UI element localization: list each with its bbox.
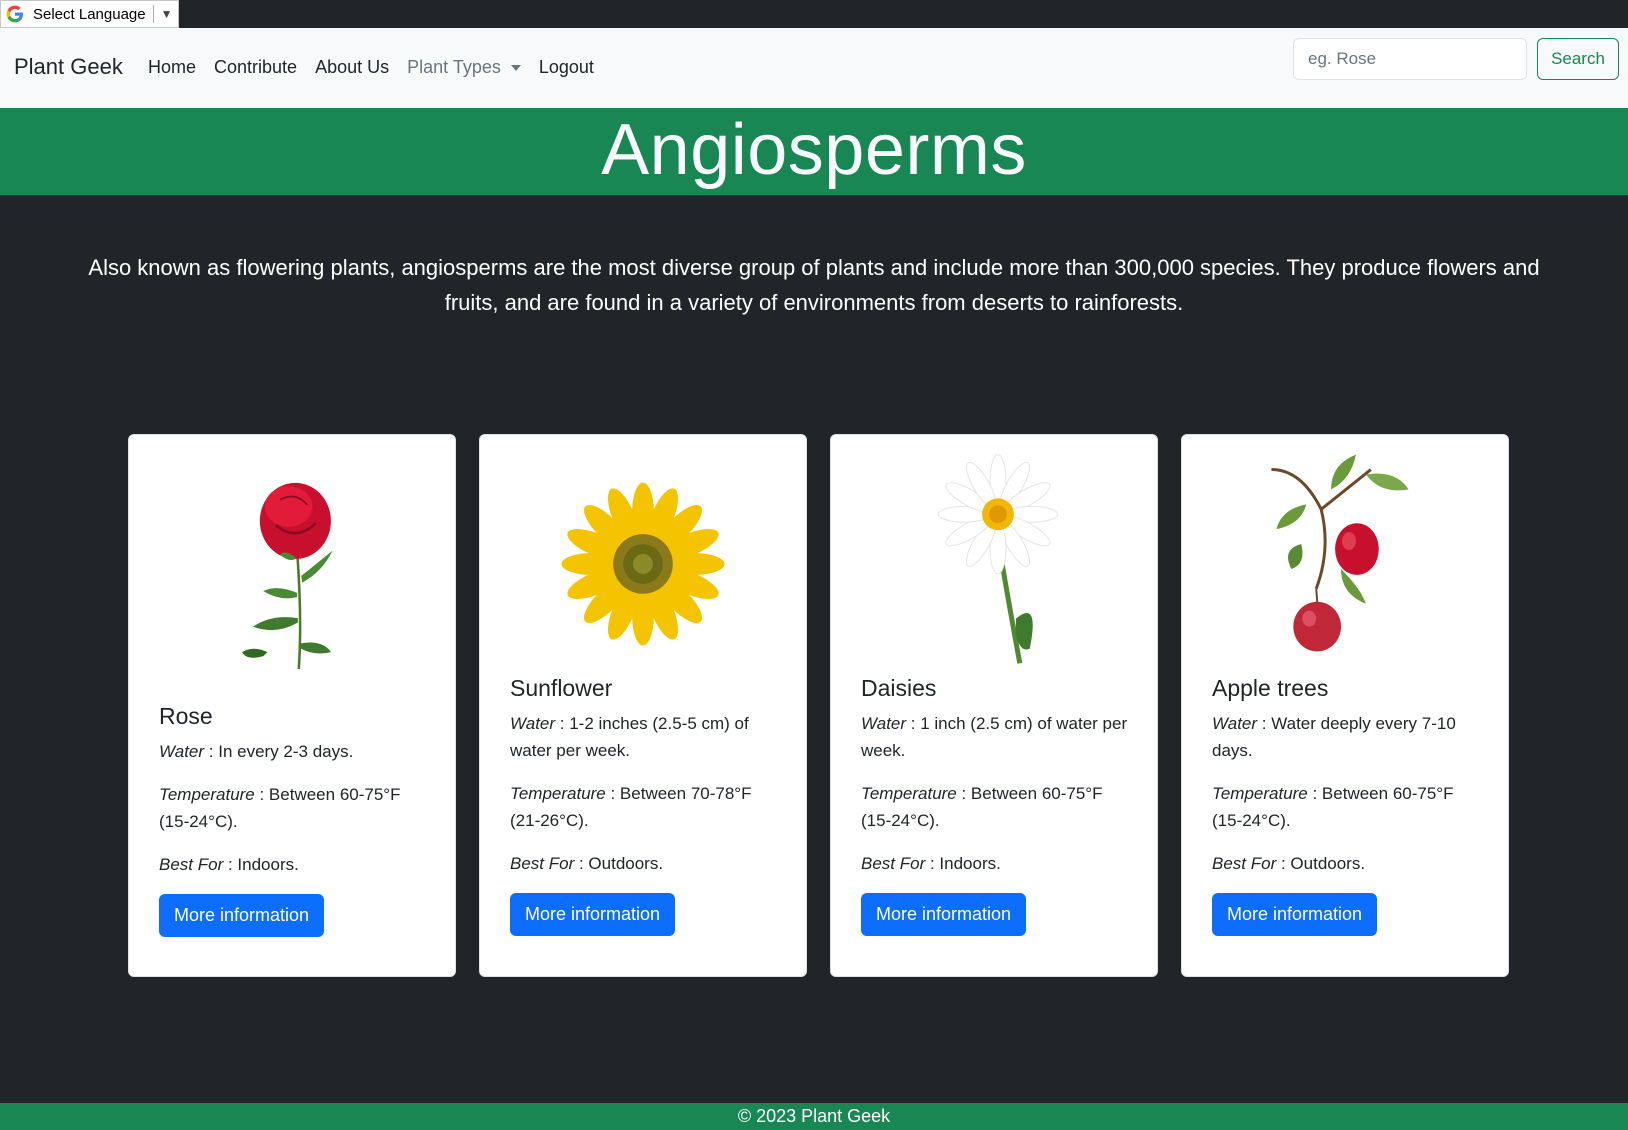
best-for-info: Best For : Outdoors. xyxy=(1212,850,1488,877)
water-info: Water : 1-2 inches (2.5-5 cm) of water p… xyxy=(510,710,786,764)
nav-plant-types-label: Plant Types xyxy=(407,57,501,77)
language-select[interactable]: Select Language ▼ xyxy=(0,0,179,28)
temperature-label: Temperature xyxy=(861,784,957,803)
best-for-info: Best For : Outdoors. xyxy=(510,850,786,877)
best-for-info: Best For : Indoors. xyxy=(861,850,1137,877)
card-body: Sunflower Water : 1-2 inches (2.5-5 cm) … xyxy=(510,675,786,936)
water-label: Water xyxy=(1212,714,1258,733)
plant-card-daisies: Daisies Water : 1 inch (2.5 cm) of water… xyxy=(830,434,1158,977)
plant-card-sunflower: Sunflower Water : 1-2 inches (2.5-5 cm) … xyxy=(479,434,807,977)
water-info: Water : In every 2-3 days. xyxy=(159,738,435,765)
card-title: Daisies xyxy=(861,675,937,701)
water-label: Water xyxy=(861,714,907,733)
card-title: Apple trees xyxy=(1212,675,1329,701)
apple-branch-image xyxy=(1271,454,1409,652)
hero-banner: Angiosperms xyxy=(0,108,1628,195)
language-select-label: Select Language xyxy=(33,5,146,23)
more-information-button[interactable]: More information xyxy=(510,893,676,936)
card-body: Rose Water : In every 2-3 days. Temperat… xyxy=(159,703,435,937)
water-label: Water xyxy=(510,714,556,733)
temperature-info: Temperature : Between 60-75°F (15-24°C). xyxy=(159,781,435,835)
search-input[interactable] xyxy=(1293,38,1527,80)
best-for-value: : Indoors. xyxy=(925,854,1001,873)
card-title: Sunflower xyxy=(510,675,613,701)
translate-bar: Select Language ▼ xyxy=(0,0,1628,28)
best-for-label: Best For xyxy=(861,854,926,873)
page: Select Language ▼ Plant Geek Home Contri… xyxy=(0,0,1628,1130)
divider xyxy=(152,5,154,23)
brand-logo-text[interactable]: Plant Geek xyxy=(14,54,123,80)
best-for-label: Best For xyxy=(510,854,575,873)
nav-plant-types-dropdown[interactable]: Plant Types xyxy=(407,57,521,78)
temperature-info: Temperature : Between 60-75°F (15-24°C). xyxy=(1212,780,1488,834)
nav-home[interactable]: Home xyxy=(148,57,196,78)
page-title: Angiosperms xyxy=(601,110,1027,190)
temperature-info: Temperature : Between 70-78°F (21-26°C). xyxy=(510,780,786,834)
best-for-info: Best For : Indoors. xyxy=(159,851,435,878)
plant-card-apple-trees: Apple trees Water : Water deeply every 7… xyxy=(1181,434,1509,977)
temperature-label: Temperature xyxy=(159,785,255,804)
footer: © 2023 Plant Geek xyxy=(0,1103,1628,1130)
caret-down-icon xyxy=(510,64,521,71)
water-info: Water : Water deeply every 7-10 days. xyxy=(1212,710,1488,764)
card-body: Apple trees Water : Water deeply every 7… xyxy=(1212,675,1488,936)
water-value: : In every 2-3 days. xyxy=(204,742,354,761)
google-icon xyxy=(6,5,23,23)
nav-logout[interactable]: Logout xyxy=(539,57,594,78)
best-for-value: : Indoors. xyxy=(223,855,299,874)
intro-paragraph: Also known as flowering plants, angiospe… xyxy=(88,255,1540,315)
water-label: Water xyxy=(159,742,205,761)
nav-about-us[interactable]: About Us xyxy=(315,57,389,78)
water-info: Water : 1 inch (2.5 cm) of water per wee… xyxy=(861,710,1137,764)
more-information-button[interactable]: More information xyxy=(159,894,325,937)
temperature-label: Temperature xyxy=(510,784,606,803)
dropdown-arrow-icon: ▼ xyxy=(160,7,173,21)
sunflower-image xyxy=(561,482,725,646)
best-for-value: : Outdoors. xyxy=(574,854,664,873)
best-for-label: Best For xyxy=(159,855,224,874)
more-information-button[interactable]: More information xyxy=(1212,893,1378,936)
more-information-button[interactable]: More information xyxy=(861,893,1027,936)
nav-links: Home Contribute About Us Plant Types Log… xyxy=(148,57,612,78)
card-body: Daisies Water : 1 inch (2.5 cm) of water… xyxy=(861,675,1137,936)
card-title: Rose xyxy=(159,703,213,729)
search-button[interactable]: Search xyxy=(1537,38,1619,80)
temperature-label: Temperature xyxy=(1212,784,1308,803)
navbar: Plant Geek Home Contribute About Us Plan… xyxy=(0,28,1628,108)
daisy-image xyxy=(937,454,1059,664)
nav-contribute[interactable]: Contribute xyxy=(214,57,297,78)
plant-card-rose: Rose Water : In every 2-3 days. Temperat… xyxy=(128,434,456,977)
best-for-value: : Outdoors. xyxy=(1276,854,1366,873)
temperature-info: Temperature : Between 60-75°F (15-24°C). xyxy=(861,780,1137,834)
rose-image xyxy=(242,482,333,669)
best-for-label: Best For xyxy=(1212,854,1277,873)
